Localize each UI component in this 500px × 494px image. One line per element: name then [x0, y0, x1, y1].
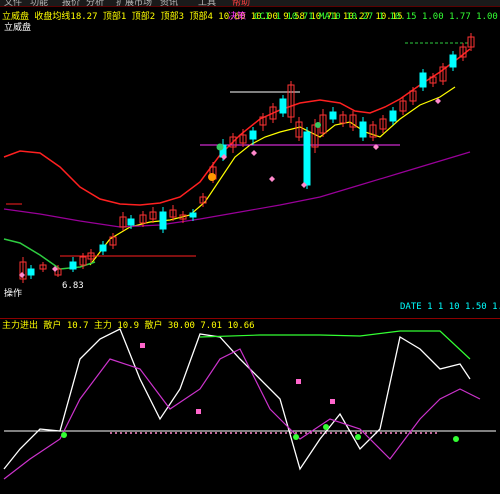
ma-red-line — [3, 48, 471, 206]
sub-marker — [330, 399, 335, 404]
ma-magenta-line — [3, 151, 471, 228]
buy-signal-marker — [208, 173, 216, 181]
sub-marker — [296, 379, 301, 384]
signal-diamond — [269, 176, 275, 182]
sub-signal-dot — [323, 424, 329, 430]
sub-signal-dot — [293, 434, 299, 440]
sub-chart-canvas — [3, 328, 496, 480]
candle-body — [419, 72, 427, 88]
candle-body — [127, 218, 135, 226]
candle-body — [329, 111, 337, 120]
candle-body — [359, 121, 367, 138]
candle-body — [159, 211, 167, 230]
candle-body — [389, 110, 397, 122]
candle-body — [449, 54, 457, 68]
candle-body — [249, 130, 257, 140]
sub-signal-dot — [453, 436, 459, 442]
candle-body — [27, 268, 35, 276]
sub-indicator-chart[interactable]: 主力进出 散户 10.7 主力 10.9 散户 30.00 7.01 10.66 — [0, 319, 500, 494]
candle-body — [303, 131, 311, 186]
main-title: 立威盘 — [4, 23, 32, 33]
sub-signal-dot — [61, 432, 67, 438]
retail-line — [3, 348, 481, 480]
candle-body — [69, 261, 77, 270]
signal-diamond — [251, 150, 257, 156]
main-price-chart[interactable]: 立威盘 收盘均线18.27 顶部1 顶部2 顶部3 顶部4 10.60 10.0… — [0, 6, 500, 318]
main-chart-canvas — [3, 33, 475, 283]
axis-label: 操作 — [4, 289, 23, 299]
signals-label: 决策 — [228, 12, 247, 22]
price-low-label: 6.83 — [62, 281, 84, 291]
candle-body — [189, 212, 197, 218]
signal-marker — [315, 122, 321, 128]
candle-body — [279, 98, 287, 114]
sub-signal-dot — [355, 434, 361, 440]
candle-body — [99, 244, 107, 252]
signals-values: CCI 1 10.71 MA10 10.27 1 10.15 1.00 1.77… — [254, 12, 498, 22]
sub-indicator-header: 主力进出 散户 10.7 主力 10.9 散户 30.00 7.01 10.66 — [2, 321, 255, 331]
sub-marker — [140, 343, 145, 348]
bottom-right-values: DATE 1 1 10 1.50 1.55 — [400, 302, 500, 312]
sub-marker — [196, 409, 201, 414]
signal-marker — [216, 143, 224, 151]
signal-line — [199, 330, 471, 360]
